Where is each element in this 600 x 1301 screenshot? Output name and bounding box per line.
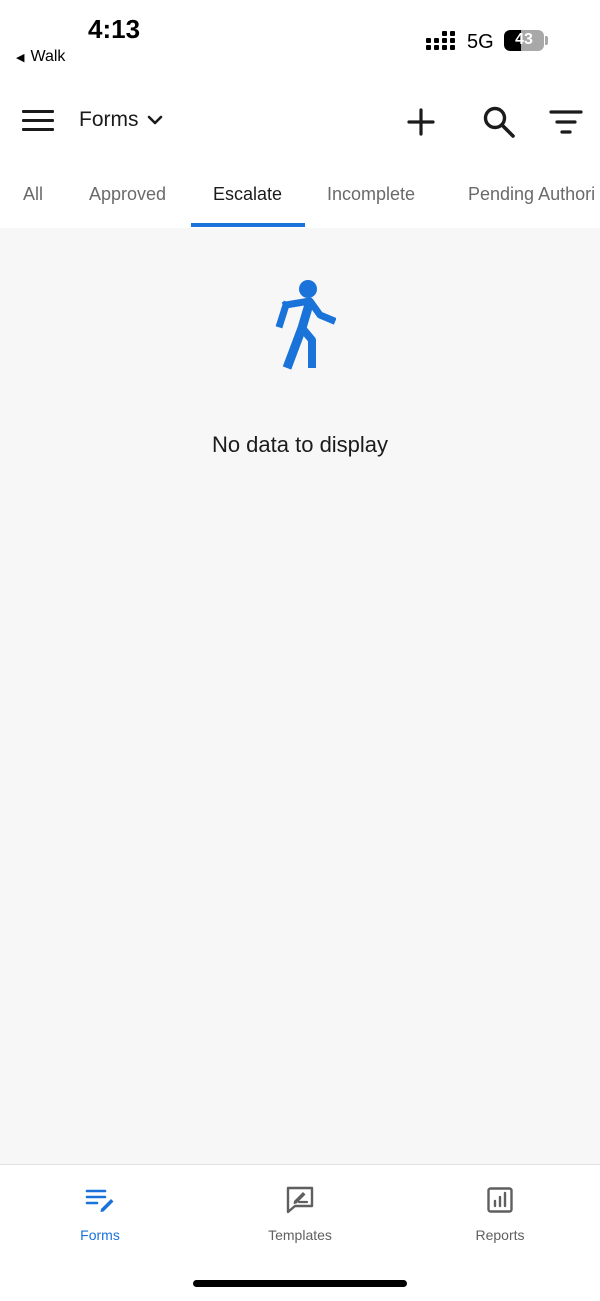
back-app-label: Walk <box>30 48 66 65</box>
network-type: 5G <box>467 31 494 53</box>
back-to-app-link[interactable]: ◀ Walk <box>16 48 65 66</box>
search-icon <box>483 106 515 138</box>
battery-tip <box>545 36 548 45</box>
add-button[interactable] <box>401 102 441 142</box>
battery-icon: 43 <box>504 30 544 51</box>
nav-reports-label: Reports <box>475 1227 525 1243</box>
active-tab-indicator <box>191 223 305 227</box>
tab-incomplete[interactable]: Incomplete <box>327 184 415 205</box>
status-bar: 4:13 ◀ Walk 5G 43 <box>0 0 600 80</box>
nav-forms[interactable]: Forms <box>30 1183 170 1243</box>
filter-icon <box>549 110 583 134</box>
back-triangle-icon: ◀ <box>16 51 25 64</box>
tab-approved[interactable]: Approved <box>89 184 166 205</box>
signal-strength-icon <box>426 31 455 50</box>
tab-pending-authorization[interactable]: Pending Authori <box>468 184 595 205</box>
search-button[interactable] <box>479 102 519 142</box>
templates-icon <box>286 1186 314 1214</box>
forms-dropdown[interactable]: Forms <box>79 108 163 132</box>
top-app-bar: Forms <box>0 88 600 154</box>
home-indicator[interactable] <box>193 1280 407 1287</box>
battery-percent: 43 <box>515 31 533 48</box>
chevron-down-icon <box>147 115 162 125</box>
page-title: Forms <box>79 108 139 131</box>
filter-button[interactable] <box>546 102 586 142</box>
nav-templates[interactable]: Templates <box>230 1183 370 1243</box>
add-icon <box>407 108 435 136</box>
status-tabs: All Approved Escalate Incomplete Pending… <box>0 160 600 228</box>
forms-icon <box>85 1189 114 1212</box>
tab-all[interactable]: All <box>23 184 43 205</box>
empty-state-message: No data to display <box>211 432 389 457</box>
forms-list: No data to display <box>0 228 600 1164</box>
walking-person-icon <box>275 280 336 370</box>
tab-escalate[interactable]: Escalate <box>213 184 282 205</box>
nav-forms-label: Forms <box>80 1227 120 1243</box>
nav-reports[interactable]: Reports <box>430 1183 570 1243</box>
reports-icon <box>487 1187 513 1213</box>
hamburger-menu-icon[interactable] <box>22 108 56 134</box>
nav-templates-label: Templates <box>268 1227 332 1243</box>
status-time: 4:13 <box>88 14 141 44</box>
